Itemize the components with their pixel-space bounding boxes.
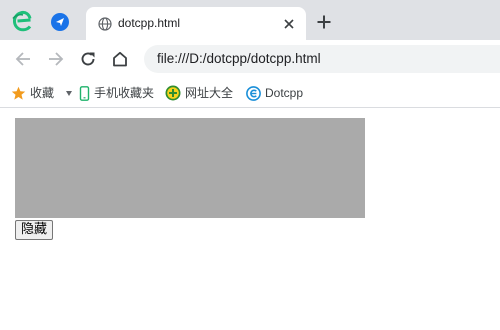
bookmark-mobile-favorites[interactable]: 手机收藏夹	[79, 85, 154, 101]
bookmark-favorites[interactable]: 收藏	[11, 85, 54, 101]
browser-toolbar: file:///D:/dotcpp/dotcpp.html	[0, 40, 500, 78]
address-bar[interactable]: file:///D:/dotcpp/dotcpp.html	[144, 45, 500, 73]
tab-title: dotcpp.html	[118, 16, 181, 30]
chevron-down-icon[interactable]	[66, 91, 72, 96]
bookmark-label: 网址大全	[185, 86, 234, 100]
dotcpp-icon	[246, 85, 261, 101]
gray-box	[15, 118, 365, 218]
bookmark-label: 收藏	[30, 86, 55, 100]
reload-icon[interactable]	[79, 50, 97, 68]
pinned-tab-navigation-icon[interactable]	[51, 13, 69, 31]
star-icon	[11, 86, 26, 100]
globe-icon	[98, 17, 112, 31]
bookmark-url-directory[interactable]: 网址大全	[165, 85, 233, 101]
bookmark-label: Dotcpp	[265, 86, 304, 100]
forward-arrow-icon[interactable]	[47, 50, 65, 68]
close-icon[interactable]	[282, 17, 296, 31]
tab-strip: dotcpp.html	[0, 0, 500, 40]
back-arrow-icon[interactable]	[14, 50, 32, 68]
bookmark-label: 手机收藏夹	[94, 86, 155, 100]
active-tab[interactable]: dotcpp.html	[86, 7, 306, 40]
hao-icon	[165, 85, 181, 101]
bookmarks-bar: 收藏 手机收藏夹 网址大全 Dotcpp	[0, 78, 500, 108]
browser-logo-icon[interactable]	[11, 9, 35, 33]
address-url: file:///D:/dotcpp/dotcpp.html	[157, 51, 321, 66]
bookmark-dotcpp[interactable]: Dotcpp	[246, 85, 303, 101]
home-icon[interactable]	[111, 50, 129, 68]
page-content: 隐藏	[0, 109, 500, 330]
hide-button[interactable]: 隐藏	[15, 220, 54, 240]
new-tab-plus-icon[interactable]	[316, 14, 332, 30]
phone-icon	[79, 85, 90, 101]
